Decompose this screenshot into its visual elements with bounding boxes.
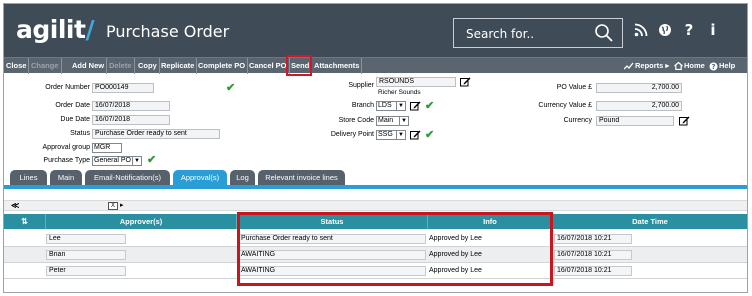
globe-icon[interactable] bbox=[658, 23, 672, 37]
sort-icon[interactable]: ⇅ bbox=[4, 214, 46, 229]
branch-label: Branch bbox=[351, 102, 374, 109]
column-approvers[interactable]: Approver(s) bbox=[46, 214, 237, 229]
purchase-type-check-icon: ✔ bbox=[147, 154, 157, 166]
datetime-cell: 16/07/2018 10:21 bbox=[554, 250, 632, 260]
chevron-down-icon: ▼ bbox=[396, 102, 405, 110]
search-box[interactable]: Search for.. bbox=[453, 18, 623, 48]
currency-field[interactable]: Pound bbox=[596, 116, 674, 126]
supplier-name-text: Richer Sounds bbox=[378, 89, 421, 96]
po-value-label: PO Value £ bbox=[556, 84, 592, 91]
delivery-point-check-icon: ✔ bbox=[425, 129, 435, 141]
purchase-type-label: Purchase Type bbox=[43, 157, 90, 164]
approval-group-field[interactable]: MGR bbox=[92, 143, 122, 153]
info-icon[interactable]: i bbox=[706, 21, 720, 39]
approver-cell: Peter bbox=[46, 266, 126, 276]
currency-edit-icon[interactable] bbox=[679, 116, 690, 126]
store-code-select[interactable]: Main ▼ bbox=[376, 116, 409, 126]
change-button[interactable]: Change bbox=[29, 58, 62, 74]
search-icon[interactable] bbox=[594, 23, 614, 43]
collapse-icon[interactable]: ≪ bbox=[11, 201, 19, 211]
status-info-highlight bbox=[237, 212, 553, 286]
app-window: agilit/ Purchase Order Search for.. ? i bbox=[3, 3, 748, 293]
attachments-button[interactable]: Attachments bbox=[312, 58, 363, 74]
purchase-type-select[interactable]: General PO ▼ bbox=[92, 156, 142, 166]
tab-email-notifications[interactable]: Email-Notification(s) bbox=[85, 170, 170, 185]
tab-relevant-invoice-lines[interactable]: Relevant invoice lines bbox=[258, 170, 345, 185]
header-icons: ? i bbox=[634, 21, 720, 39]
approver-cell: Lee bbox=[46, 234, 126, 244]
order-number-label: Order Number bbox=[45, 84, 90, 91]
agility-logo[interactable]: agilit/ bbox=[16, 15, 95, 44]
tab-bar: Lines Main Email-Notification(s) Approva… bbox=[4, 168, 747, 185]
app-header: agilit/ Purchase Order Search for.. ? i bbox=[4, 4, 747, 57]
datetime-cell: 16/07/2018 10:21 bbox=[554, 266, 632, 276]
complete-po-button[interactable]: Complete PO bbox=[196, 58, 249, 74]
supplier-edit-icon[interactable] bbox=[460, 77, 471, 87]
approval-group-label: Approval group bbox=[42, 144, 90, 151]
order-date-label: Order Date bbox=[55, 102, 90, 109]
chevron-down-icon: ▼ bbox=[399, 117, 408, 125]
column-date-time[interactable]: Date Time bbox=[553, 214, 747, 229]
delivery-point-label: Delivery Point bbox=[330, 131, 374, 138]
tab-log[interactable]: Log bbox=[230, 170, 255, 185]
home-button[interactable]: Home bbox=[684, 58, 705, 74]
datetime-cell: 16/07/2018 10:21 bbox=[554, 234, 632, 244]
tab-approvals[interactable]: Approval(s) bbox=[173, 170, 227, 185]
delete-button[interactable]: Delete bbox=[107, 58, 135, 74]
search-input[interactable]: Search for.. bbox=[466, 27, 534, 41]
order-date-field[interactable]: 16/07/2018 bbox=[92, 101, 170, 111]
help-icon[interactable]: ? bbox=[682, 21, 696, 39]
due-date-field[interactable]: 16/07/2018 bbox=[92, 115, 170, 125]
delivery-point-edit-icon[interactable] bbox=[410, 130, 421, 140]
close-button[interactable]: Close bbox=[4, 58, 30, 74]
chevron-down-icon: ▼ bbox=[132, 157, 141, 165]
rss-icon[interactable] bbox=[634, 23, 648, 37]
supplier-label: Supplier bbox=[348, 82, 374, 89]
order-number-field[interactable]: PO000149 bbox=[92, 83, 154, 93]
due-date-label: Due Date bbox=[60, 116, 90, 123]
store-code-label: Store Code bbox=[338, 117, 374, 124]
help-button[interactable]: Help bbox=[719, 58, 735, 74]
branch-check-icon: ✔ bbox=[425, 100, 435, 112]
help-circle-icon: ? bbox=[709, 62, 718, 71]
order-number-check-icon: ✔ bbox=[226, 82, 236, 94]
svg-text:?: ? bbox=[711, 63, 715, 71]
action-toolbar: Close Change Add New Delete Copy Replica… bbox=[4, 55, 747, 76]
approver-cell: Brian bbox=[46, 250, 126, 260]
tab-lines[interactable]: Lines bbox=[10, 170, 47, 185]
currency-label: Currency bbox=[563, 117, 592, 124]
send-highlight bbox=[286, 55, 312, 76]
excel-export-icon[interactable]: X bbox=[108, 202, 118, 210]
status-field: Purchase Order ready to sent bbox=[92, 129, 220, 139]
reports-menu[interactable]: Reports ▸ bbox=[635, 58, 669, 74]
branch-select[interactable]: LDS ▼ bbox=[376, 101, 406, 111]
delivery-point-select[interactable]: SSG ▼ bbox=[376, 130, 406, 140]
replicate-button[interactable]: Replicate bbox=[159, 58, 198, 74]
copy-button[interactable]: Copy bbox=[136, 58, 160, 74]
tab-underline bbox=[4, 185, 747, 189]
add-new-button[interactable]: Add New bbox=[70, 58, 108, 74]
page-title: Purchase Order bbox=[106, 22, 230, 41]
grid-toolbar: ≪ X ▸ bbox=[4, 200, 747, 211]
more-icon[interactable]: ▸ bbox=[120, 201, 124, 211]
currency-value-label: Currency Value £ bbox=[538, 102, 592, 109]
supplier-field[interactable]: RSOUNDS bbox=[376, 77, 456, 87]
status-label: Status bbox=[70, 130, 90, 137]
home-icon bbox=[674, 62, 683, 70]
po-value-field: 2,700.00 bbox=[596, 83, 682, 93]
chart-icon bbox=[624, 62, 634, 70]
tab-main[interactable]: Main bbox=[50, 170, 82, 185]
cancel-po-button[interactable]: Cancel PO bbox=[247, 58, 290, 74]
branch-edit-icon[interactable] bbox=[410, 101, 421, 111]
currency-value-field: 2,700.00 bbox=[596, 101, 682, 111]
chevron-down-icon: ▼ bbox=[396, 131, 405, 139]
